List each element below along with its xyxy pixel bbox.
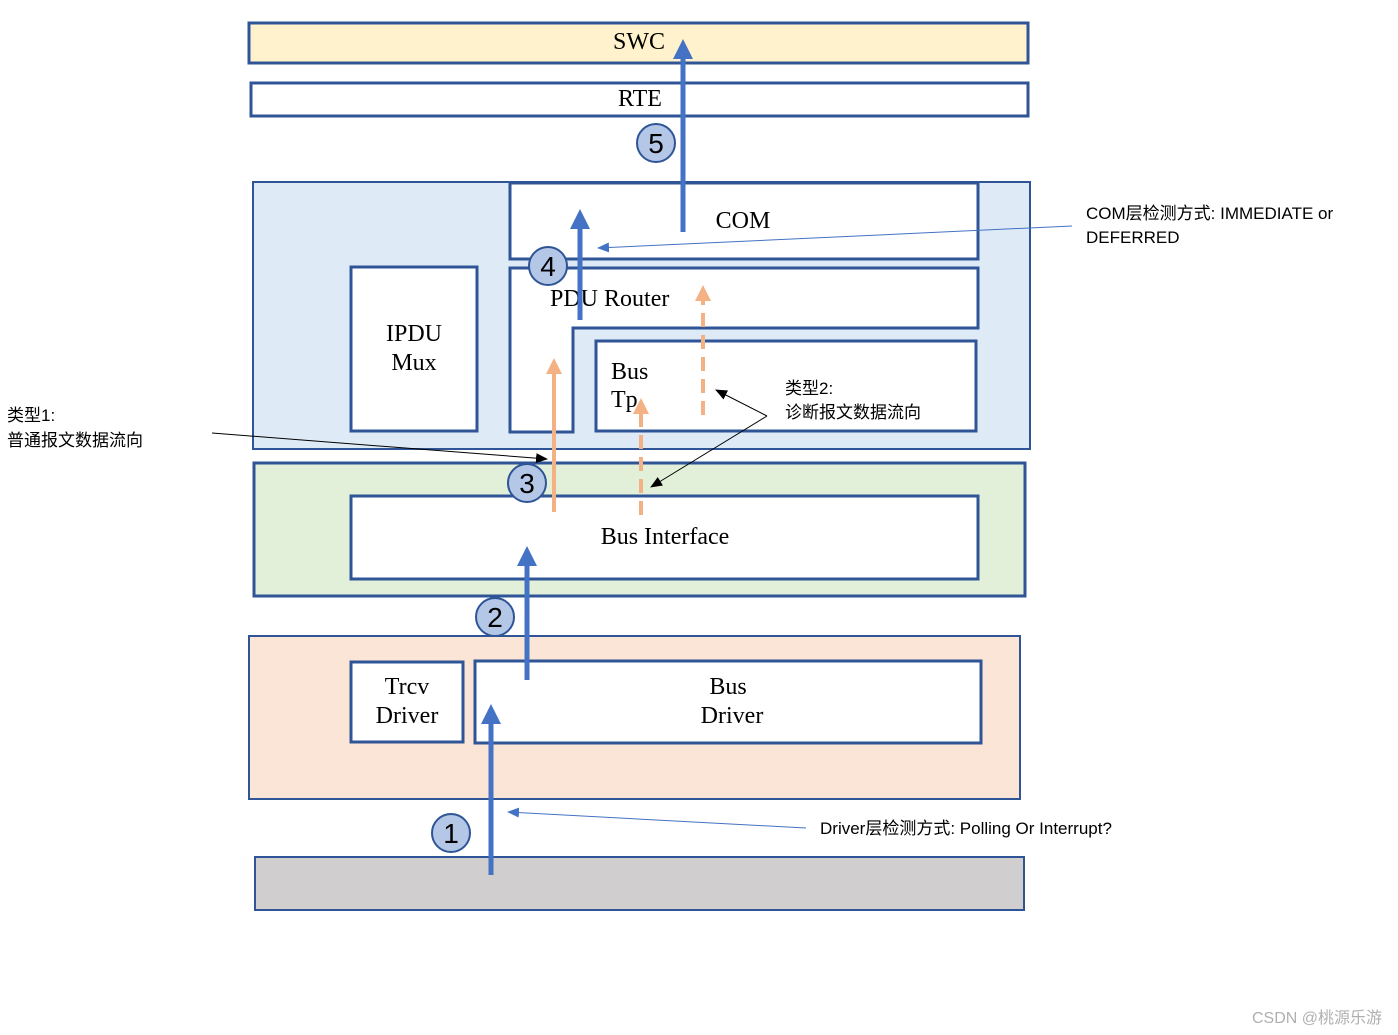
watermark: CSDN @桃源乐游 — [1252, 1009, 1382, 1027]
com-label: COM — [716, 208, 771, 234]
swc-label: SWC — [613, 29, 665, 55]
ipdu-mux-label-1: IPDU — [386, 321, 442, 347]
ipdu-mux-box — [349, 265, 479, 433]
com-detect-text-2: DEFERRED — [1086, 228, 1180, 247]
svg-text:4: 4 — [540, 251, 556, 282]
bus-driver-label-2: Driver — [701, 703, 764, 729]
type2-text-2: 诊断报文数据流向 — [785, 403, 921, 422]
step-1-badge: 1 — [431, 813, 471, 853]
autosar-com-stack-diagram: SWC RTE COM PDU Router IPDU Mux Bus Tp B… — [7, 21, 1382, 1027]
svg-text:3: 3 — [519, 468, 535, 499]
com-detect-text-1: COM层检测方式: IMMEDIATE or — [1086, 204, 1333, 223]
bus-interface-label: Bus Interface — [601, 524, 730, 550]
rte-label: RTE — [618, 86, 662, 112]
bus-tp-label-1: Bus — [611, 359, 648, 385]
type1-text-1: 类型1: — [7, 406, 55, 425]
bus-tp-label-2: Tp — [611, 387, 638, 413]
ipdu-mux-label-2: Mux — [391, 350, 436, 376]
driver-detect-text: Driver层检测方式: Polling Or Interrupt? — [820, 819, 1112, 838]
driver-detect-pointer — [507, 807, 807, 829]
step-4-badge: 4 — [528, 246, 568, 286]
trcv-driver-label-1: Trcv — [385, 674, 429, 700]
step-2-badge: 2 — [475, 597, 515, 637]
svg-text:1: 1 — [443, 818, 459, 849]
type1-text-2: 普通报文数据流向 — [7, 431, 143, 450]
type2-text-1: 类型2: — [785, 379, 833, 398]
trcv-driver-label-2: Driver — [376, 703, 439, 729]
svg-text:5: 5 — [648, 128, 664, 159]
step-5-badge: 5 — [636, 123, 676, 163]
pdu-router-label: PDU Router — [550, 286, 669, 312]
step-3-badge: 3 — [507, 463, 547, 503]
svg-text:2: 2 — [487, 602, 503, 633]
bus-driver-label-1: Bus — [709, 674, 746, 700]
hardware-layer — [254, 856, 1025, 911]
